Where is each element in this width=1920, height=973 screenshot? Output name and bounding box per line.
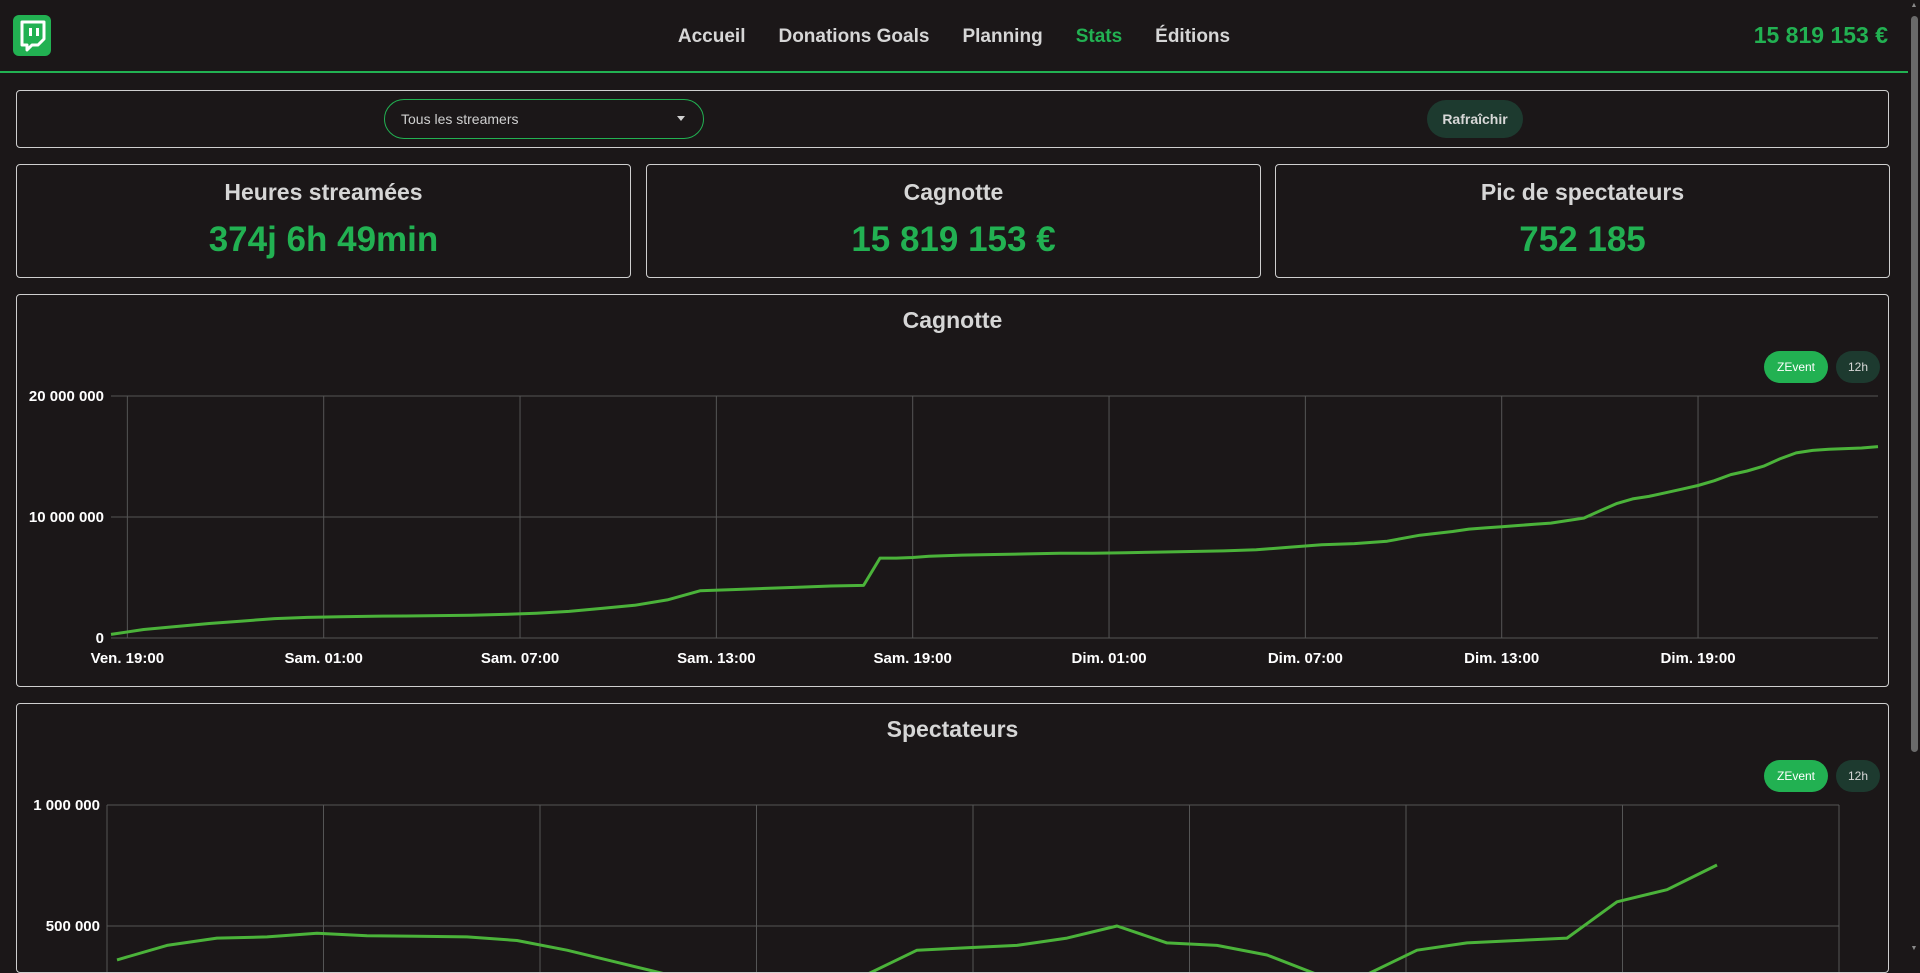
main-nav: Accueil Donations Goals Planning Stats É… xyxy=(0,0,1908,73)
x-tick-label: Ven. 19:00 xyxy=(91,650,164,667)
y-tick-label: 10 000 000 xyxy=(29,509,104,526)
nav-planning[interactable]: Planning xyxy=(962,26,1042,48)
x-tick-label: Sam. 13:00 xyxy=(677,650,755,667)
scroll-down-icon[interactable]: ▼ xyxy=(1910,945,1918,953)
page-scrollbar[interactable]: ▲ ▼ xyxy=(1908,0,1920,957)
y-tick-label: 0 xyxy=(96,630,104,647)
stat-value: 15 819 153 € xyxy=(851,220,1056,259)
streamer-select[interactable]: Tous les streamers xyxy=(384,99,704,139)
y-tick-label: 500 000 xyxy=(46,918,100,935)
stat-card-hours: Heures streamées 374j 6h 49min xyxy=(16,164,631,278)
stat-label: Heures streamées xyxy=(224,179,423,205)
nav-editions[interactable]: Éditions xyxy=(1155,26,1230,48)
header-total-amount: 15 819 153 € xyxy=(1753,22,1888,48)
cagnotte-line-chart: 20 000 000 10 000 000 0 Ven. 19:00 Sam. 01:0… xyxy=(29,388,1879,667)
x-tick-label: Dim. 13:00 xyxy=(1464,650,1539,667)
stat-card-cagnotte: Cagnotte 15 819 153 € xyxy=(646,164,1261,278)
filter-panel: Tous les streamers Rafraîchir xyxy=(16,90,1889,148)
nav-donations-goals[interactable]: Donations Goals xyxy=(778,26,929,48)
scroll-up-icon[interactable]: ▲ xyxy=(1910,2,1918,10)
x-tick-label: Dim. 07:00 xyxy=(1268,650,1343,667)
streamer-select-value: Tous les streamers xyxy=(401,111,519,127)
x-tick-label: Sam. 01:00 xyxy=(284,650,362,667)
stat-label: Pic de spectateurs xyxy=(1480,179,1685,205)
x-tick-label: Sam. 19:00 xyxy=(873,650,951,667)
nav-stats[interactable]: Stats xyxy=(1076,26,1122,48)
chevron-down-icon xyxy=(677,116,685,121)
x-tick-label: Dim. 19:00 xyxy=(1661,650,1736,667)
series-line-cagnotte xyxy=(110,445,1879,636)
y-tick-label: 1 000 000 xyxy=(33,797,100,814)
cagnotte-chart-panel: Cagnotte ZEvent 12h 20 000 000 10 000 000… xyxy=(16,294,1889,687)
refresh-button[interactable]: Rafraîchir xyxy=(1427,100,1523,138)
spectateurs-chart-panel: Spectateurs ZEvent 12h 1 000 000 500 000 xyxy=(16,703,1889,973)
stat-value: 752 185 xyxy=(1519,220,1646,259)
spectateurs-line-chart: 1 000 000 500 000 xyxy=(33,797,1840,972)
series-line-spectateurs xyxy=(116,863,1718,972)
x-tick-label: Sam. 07:00 xyxy=(481,650,559,667)
y-tick-label: 20 000 000 xyxy=(29,388,104,405)
stat-value: 374j 6h 49min xyxy=(208,220,439,259)
stat-label: Cagnotte xyxy=(903,179,1004,205)
nav-accueil[interactable]: Accueil xyxy=(678,26,746,48)
x-tick-label: Dim. 01:00 xyxy=(1072,650,1147,667)
app-header: Accueil Donations Goals Planning Stats É… xyxy=(0,0,1908,73)
stat-card-peak-viewers: Pic de spectateurs 752 185 xyxy=(1275,164,1890,278)
scrollbar-thumb[interactable] xyxy=(1911,16,1918,752)
